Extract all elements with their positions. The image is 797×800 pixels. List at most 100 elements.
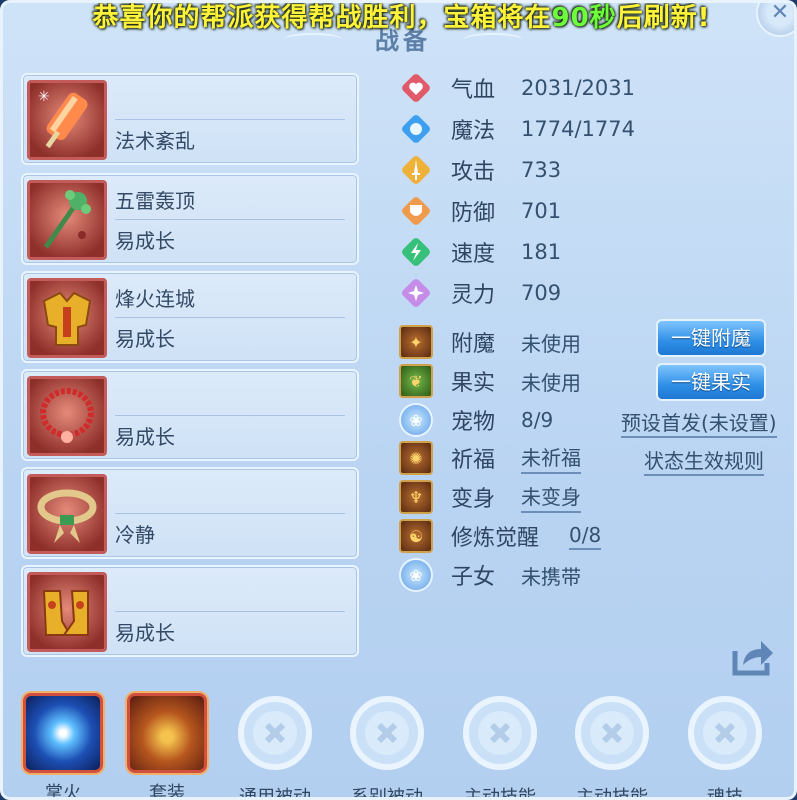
golden-boots-icon: [27, 572, 107, 652]
equipment-trait: 易成长: [115, 229, 175, 253]
treasure-pot-icon: [127, 693, 207, 773]
skill-suit[interactable]: 套装: [125, 693, 209, 797]
ice-lolly-icon: ✳: [27, 80, 107, 160]
attr-pet: ❀ 宠物 8/9: [399, 403, 553, 437]
stat-spirit: 灵力 709: [399, 276, 561, 310]
blessing-link[interactable]: 未祈福: [521, 442, 581, 474]
dragon-ring-icon: [463, 696, 537, 770]
gold-belt-icon: [27, 474, 107, 554]
attr-enchant: ✦ 附魔 未使用: [399, 325, 581, 359]
transform-icon: ♆: [399, 480, 433, 514]
cloud-decoration-left: [283, 33, 343, 47]
dragon-ring-icon: [238, 696, 312, 770]
equipment-name: 五雷轰顶: [115, 189, 195, 213]
stat-hp: 气血 2031/2031: [399, 71, 635, 105]
equipment-trait: 易成长: [115, 425, 175, 449]
child-paw-icon: ❀: [399, 558, 433, 592]
skill-general-passive[interactable]: 通用被动: [233, 693, 317, 800]
slot-divider: [115, 611, 345, 612]
stat-label: 攻击: [451, 160, 496, 185]
attr-label: 修炼觉醒: [451, 526, 540, 551]
skill-active-2[interactable]: 主动技能: [570, 693, 654, 797]
equipment-name: 烽火连城: [115, 287, 195, 311]
equipment-trait: 法术紊乱: [115, 129, 195, 153]
cloud-decoration-right: [463, 33, 523, 47]
red-bead-necklace-icon: [27, 376, 107, 456]
attr-value: 8/9: [521, 408, 554, 432]
spirit-icon: [399, 276, 433, 310]
dragon-ring-icon: [688, 696, 762, 770]
announcement-text: 恭喜你的帮派获得帮战胜利，宝箱将在: [92, 3, 552, 33]
slot-divider: [115, 415, 345, 416]
close-button[interactable]: ✕: [756, 0, 794, 37]
stat-label: 魔法: [451, 119, 496, 144]
shield-icon: [399, 194, 433, 228]
stat-speed: 速度 181: [399, 235, 561, 269]
skill-label: 通用被动: [239, 787, 311, 800]
close-icon: ✕: [770, 0, 790, 25]
fruit-icon: ❦: [399, 364, 433, 398]
slot-divider: [115, 119, 345, 120]
equipment-slot-1[interactable]: ✳ 法术紊乱: [21, 73, 359, 165]
attr-label: 变身: [451, 487, 496, 512]
meditation-icon: ☯: [399, 519, 433, 553]
heart-icon: [399, 71, 433, 105]
skill-palm-fire[interactable]: 掌火: [21, 693, 105, 800]
cultivation-link[interactable]: 0/8: [569, 523, 602, 550]
share-icon[interactable]: [731, 637, 775, 677]
stat-label: 速度: [451, 242, 496, 267]
one-key-enchant-button[interactable]: 一键附魔: [656, 319, 766, 357]
mana-icon: [399, 112, 433, 146]
equipment-trait: 冷静: [115, 523, 155, 547]
skill-school-passive[interactable]: 系别被动: [345, 693, 429, 800]
attr-fruit: ❦ 果实 未使用: [399, 364, 581, 398]
announcement-suffix: 后刷新!: [616, 3, 711, 33]
skill-label: 系别被动: [351, 787, 423, 800]
stat-value: 2031/2031: [521, 76, 635, 100]
attr-transform: ♆ 变身 未变身: [399, 480, 581, 514]
equipment-slot-5[interactable]: 冷静: [21, 467, 359, 559]
blessing-icon: ✺: [399, 441, 433, 475]
skill-soul[interactable]: 魂技: [683, 693, 767, 800]
attr-label: 果实: [451, 371, 496, 396]
svg-text:✳: ✳: [38, 89, 50, 105]
attr-child: ❀ 子女 未携带: [399, 558, 581, 592]
preset-first-link[interactable]: 预设首发(未设置): [621, 407, 777, 438]
stat-attack: 攻击 733: [399, 153, 561, 187]
equipment-slot-4[interactable]: 易成长: [21, 369, 359, 461]
skill-active-1[interactable]: 主动技能: [458, 693, 542, 800]
stat-value: 701: [521, 199, 562, 223]
attr-value: 未使用: [521, 370, 581, 395]
one-key-fruit-button[interactable]: 一键果实: [656, 363, 766, 401]
equipment-slot-3[interactable]: 烽火连城 易成长: [21, 271, 359, 363]
equipment-slot-6[interactable]: 易成长: [21, 565, 359, 657]
skill-label: 魂技: [707, 787, 743, 800]
battle-prep-panel: 恭喜你的帮派获得帮战胜利，宝箱将在90秒后刷新! ✕ 战备 ✳ 法术紊乱 五雷轰…: [0, 0, 797, 800]
skill-label: 掌火: [45, 783, 81, 800]
dragon-ring-icon: [575, 696, 649, 770]
attr-cultivation: ☯ 修炼觉醒 0/8: [399, 519, 602, 553]
attr-label: 附魔: [451, 332, 496, 357]
attr-label: 宠物: [451, 410, 496, 435]
status-rules-link[interactable]: 状态生效规则: [644, 445, 764, 476]
attr-label: 子女: [451, 565, 496, 590]
equipment-slot-2[interactable]: 五雷轰顶 易成长: [21, 173, 359, 265]
stat-label: 气血: [451, 78, 496, 103]
slot-divider: [115, 219, 345, 220]
jade-staff-icon: [27, 180, 107, 260]
attr-value: 未携带: [521, 564, 581, 589]
skill-label: 主动技能: [464, 787, 536, 800]
paw-icon: ❀: [399, 403, 433, 437]
slot-divider: [115, 513, 345, 514]
equipment-trait: 易成长: [115, 327, 175, 351]
stat-value: 181: [521, 240, 562, 264]
stat-value: 733: [521, 158, 562, 182]
enchant-icon: ✦: [399, 325, 433, 359]
speed-icon: [399, 235, 433, 269]
transform-link[interactable]: 未变身: [521, 481, 581, 513]
stat-value: 1774/1774: [521, 117, 635, 141]
slot-divider: [115, 317, 345, 318]
golden-armor-icon: [27, 278, 107, 358]
stat-label: 防御: [451, 201, 496, 226]
announcement-countdown: 90秒: [551, 3, 617, 33]
